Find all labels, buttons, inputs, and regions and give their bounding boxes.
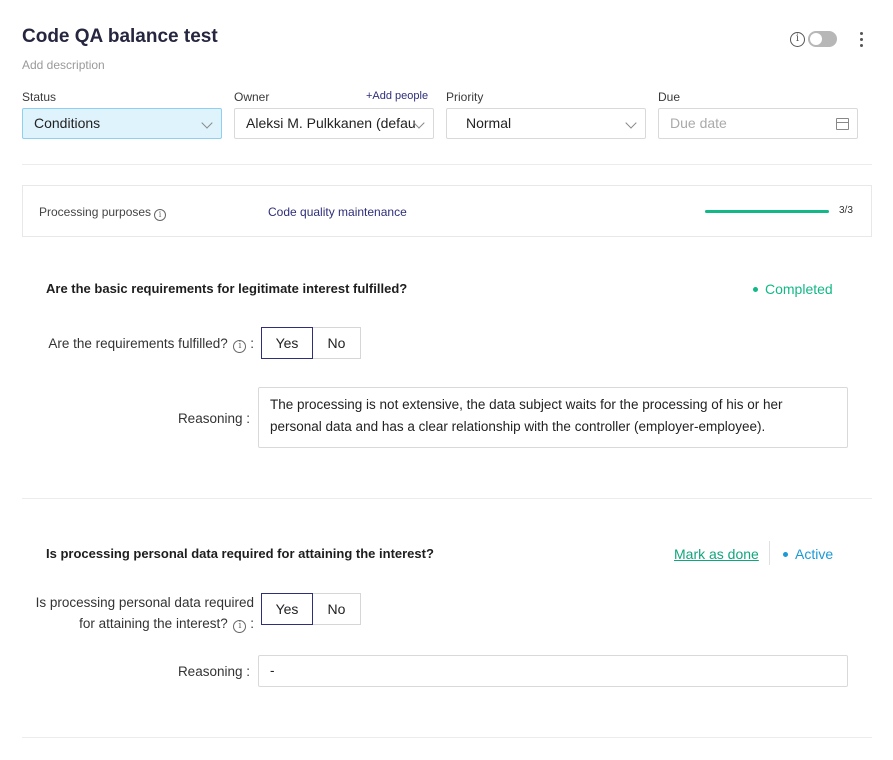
due-date-input[interactable]: Due date xyxy=(658,108,858,139)
divider xyxy=(22,498,872,499)
processing-purposes-label: Processing purposes i xyxy=(39,205,167,221)
section-question: Are the basic requirements for legitimat… xyxy=(46,281,408,296)
requirements-question-label: Are the requirements fulfilled? i : xyxy=(48,336,254,353)
field-label-text: Are the requirements fulfilled? xyxy=(48,336,228,351)
vertical-separator xyxy=(769,541,770,565)
kebab-icon[interactable] xyxy=(855,30,869,50)
reasoning-textarea[interactable]: - xyxy=(258,655,848,687)
purpose-link[interactable]: Code quality maintenance xyxy=(268,205,407,219)
chevron-down-icon xyxy=(201,117,213,129)
progress-bar xyxy=(705,210,829,213)
owner-select[interactable]: Aleksi M. Pulkkanen (default) xyxy=(234,108,434,139)
divider xyxy=(22,737,872,738)
no-button[interactable]: No xyxy=(313,593,361,625)
status-select[interactable]: Conditions xyxy=(22,108,222,139)
toggle-switch[interactable] xyxy=(808,31,837,47)
due-placeholder: Due date xyxy=(670,115,727,131)
priority-select[interactable]: Normal xyxy=(446,108,646,139)
status-completed: Completed xyxy=(753,281,833,297)
progress-count: 3/3 xyxy=(839,205,853,216)
chevron-down-icon xyxy=(625,117,637,129)
reasoning-textarea[interactable]: The processing is not extensive, the dat… xyxy=(258,387,848,448)
state-text: Active xyxy=(795,546,834,562)
calendar-icon xyxy=(836,118,849,130)
field-label-line1: Is processing personal data required xyxy=(35,595,254,610)
progress-fill xyxy=(705,210,829,213)
field-label-line2: for attaining the interest? xyxy=(79,616,228,631)
dot-icon xyxy=(783,552,788,557)
page: Code QA balance test Add description i S… xyxy=(0,0,893,760)
due-label: Due xyxy=(658,90,681,104)
yes-no-toggle: Yes No xyxy=(261,327,361,359)
required-question-label: Is processing personal data required for… xyxy=(20,592,254,634)
status-label: Status xyxy=(22,90,57,104)
info-icon[interactable]: i xyxy=(233,340,247,353)
priority-value: Normal xyxy=(466,115,512,131)
reasoning-label: Reasoning : xyxy=(177,411,250,426)
mark-as-done-link[interactable]: Mark as done xyxy=(674,546,759,562)
owner-value: Aleksi M. Pulkkanen (default) xyxy=(246,115,416,131)
divider xyxy=(22,164,872,165)
section-question: Is processing personal data required for… xyxy=(46,546,434,561)
dot-icon xyxy=(753,287,758,292)
state-text: Completed xyxy=(765,281,833,297)
toggle-knob xyxy=(810,33,822,45)
info-icon[interactable]: i xyxy=(790,32,805,47)
status-value: Conditions xyxy=(34,115,101,131)
yes-no-toggle: Yes No xyxy=(261,593,361,625)
processing-purposes-card: Processing purposes i Code quality mainte… xyxy=(22,185,872,237)
no-button[interactable]: No xyxy=(313,327,361,359)
owner-label: Owner xyxy=(234,90,270,104)
add-description-link[interactable]: Add description xyxy=(22,58,105,72)
add-people-link[interactable]: +Add people xyxy=(366,90,428,102)
yes-button[interactable]: Yes xyxy=(261,593,313,625)
status-active: Active xyxy=(783,546,833,562)
priority-label: Priority xyxy=(446,90,484,104)
purposes-label-text: Processing purposes xyxy=(39,205,152,219)
reasoning-label: Reasoning : xyxy=(177,664,250,679)
info-icon[interactable]: i xyxy=(233,620,247,633)
yes-button[interactable]: Yes xyxy=(261,327,313,359)
page-title[interactable]: Code QA balance test xyxy=(22,26,218,48)
info-icon[interactable]: i xyxy=(154,209,167,221)
